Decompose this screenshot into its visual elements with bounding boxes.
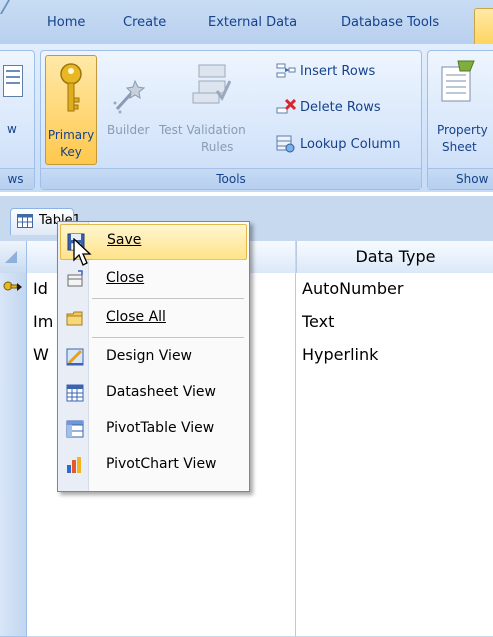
field-name-cell[interactable] [27, 537, 296, 571]
primary-key-button[interactable]: Primary Key [45, 55, 97, 165]
data-type-cell[interactable]: Text [296, 306, 493, 340]
show-hide-group-label: Show [428, 168, 493, 189]
menu-item-close-all[interactable]: Close All [60, 301, 245, 335]
views-group-label: ws [0, 168, 34, 189]
menu-item-pivottable-view-label: PivotTable View [106, 420, 215, 436]
data-type-cell[interactable]: AutoNumber [296, 273, 493, 307]
tab-create[interactable]: Create [123, 15, 166, 30]
show-hide-group: Property Sheet Show [427, 50, 493, 190]
menu-separator [92, 337, 244, 338]
field-name-text: W [33, 345, 49, 364]
menu-item-datasheet-view[interactable]: Datasheet View [60, 376, 245, 410]
builder-button[interactable]: Builder [107, 122, 149, 139]
tab-edge [0, 0, 23, 14]
primary-key-label-2: Key [60, 145, 82, 159]
tab-database-tools[interactable]: Database Tools [341, 15, 439, 30]
insert-rows-button[interactable]: Insert Rows [276, 63, 375, 79]
datasheet-view-icon [66, 384, 84, 402]
menu-separator [92, 259, 244, 260]
insert-rows-icon [276, 63, 296, 78]
row-selector[interactable] [0, 471, 27, 505]
menu-item-pivotchart-view-label: PivotChart View [106, 456, 217, 472]
row-selector[interactable] [0, 273, 27, 307]
active-tab-edge[interactable] [474, 8, 493, 45]
property-sheet-label-2[interactable]: Sheet [442, 139, 477, 156]
column-header-data-type[interactable]: Data Type [296, 241, 493, 274]
pivottable-view-icon [66, 420, 84, 438]
property-sheet-label-1[interactable]: Property [437, 122, 488, 139]
primary-key-row-icon [3, 281, 22, 291]
menu-item-close-all-label: Close All [106, 309, 166, 325]
lookup-column-label: Lookup Column [300, 136, 401, 152]
tools-group-label: Tools [41, 168, 421, 189]
table-row[interactable] [0, 537, 493, 571]
row-selector[interactable] [0, 603, 27, 637]
row-selector[interactable] [0, 570, 27, 604]
lookup-column-button[interactable]: Lookup Column [276, 135, 400, 153]
pivotchart-view-icon [67, 457, 81, 473]
data-type-text: AutoNumber [302, 279, 404, 298]
row-selector[interactable] [0, 405, 27, 439]
field-name-text: Id [33, 279, 48, 298]
select-all-corner[interactable] [0, 241, 27, 274]
test-validation-label-2[interactable]: Rules [201, 139, 233, 156]
data-type-cell[interactable] [296, 372, 493, 406]
data-type-cell[interactable] [296, 570, 493, 604]
builder-wand-icon [113, 79, 145, 114]
property-sheet-icon [441, 60, 475, 102]
data-type-cell[interactable] [296, 405, 493, 439]
primary-key-label-1: Primary [47, 128, 95, 142]
menu-item-close-label: Close [106, 270, 145, 286]
design-view-icon [66, 348, 84, 366]
row-selector[interactable] [0, 306, 27, 340]
view-icon[interactable] [3, 65, 23, 97]
data-type-cell[interactable] [296, 603, 493, 637]
table-row[interactable] [0, 504, 493, 538]
data-type-cell[interactable] [296, 537, 493, 571]
views-group: w ws [0, 50, 35, 190]
menu-item-design-view[interactable]: Design View [60, 340, 245, 374]
table-icon [17, 214, 33, 228]
ribbon-tab-bar: Home Create External Data Database Tools [0, 0, 493, 45]
insert-rows-label: Insert Rows [300, 63, 376, 79]
delete-rows-button[interactable]: Delete Rows [276, 99, 381, 115]
menu-item-pivotchart-view[interactable]: PivotChart View [60, 448, 245, 482]
data-type-cell[interactable] [296, 471, 493, 505]
field-name-cell[interactable] [27, 603, 296, 637]
field-name-cell[interactable] [27, 570, 296, 604]
menu-item-datasheet-view-label: Datasheet View [106, 384, 216, 400]
lookup-column-icon [276, 135, 295, 153]
row-selector[interactable] [0, 438, 27, 472]
data-type-cell[interactable] [296, 504, 493, 538]
data-type-cell[interactable] [296, 438, 493, 472]
menu-item-pivottable-view[interactable]: PivotTable View [60, 412, 245, 446]
row-selector[interactable] [0, 537, 27, 571]
tab-home[interactable]: Home [47, 15, 85, 30]
key-icon [60, 63, 82, 112]
menu-item-design-view-label: Design View [106, 348, 193, 364]
test-validation-icon [192, 64, 231, 104]
menu-item-save-label: Save [107, 232, 142, 248]
table-row[interactable] [0, 603, 493, 637]
row-selector[interactable] [0, 339, 27, 373]
folder-icon [66, 311, 83, 326]
field-name-text: Im [33, 312, 54, 331]
data-type-text: Text [302, 312, 335, 331]
delete-rows-label: Delete Rows [300, 99, 381, 115]
mouse-pointer-icon [73, 238, 92, 266]
data-type-text: Hyperlink [302, 345, 379, 364]
menu-separator [92, 298, 244, 299]
tools-group: Primary Key Builder Test Validation Rule… [40, 50, 422, 190]
view-button-label[interactable]: w [7, 121, 17, 138]
delete-rows-icon [276, 99, 296, 114]
test-validation-label-1[interactable]: Test Validation [159, 122, 246, 139]
table-row[interactable] [0, 570, 493, 604]
row-selector[interactable] [0, 372, 27, 406]
close-doc-icon [67, 270, 83, 287]
tab-external-data[interactable]: External Data [208, 15, 297, 30]
field-name-cell[interactable] [27, 504, 296, 538]
row-selector[interactable] [0, 504, 27, 538]
data-type-cell[interactable]: Hyperlink [296, 339, 493, 373]
